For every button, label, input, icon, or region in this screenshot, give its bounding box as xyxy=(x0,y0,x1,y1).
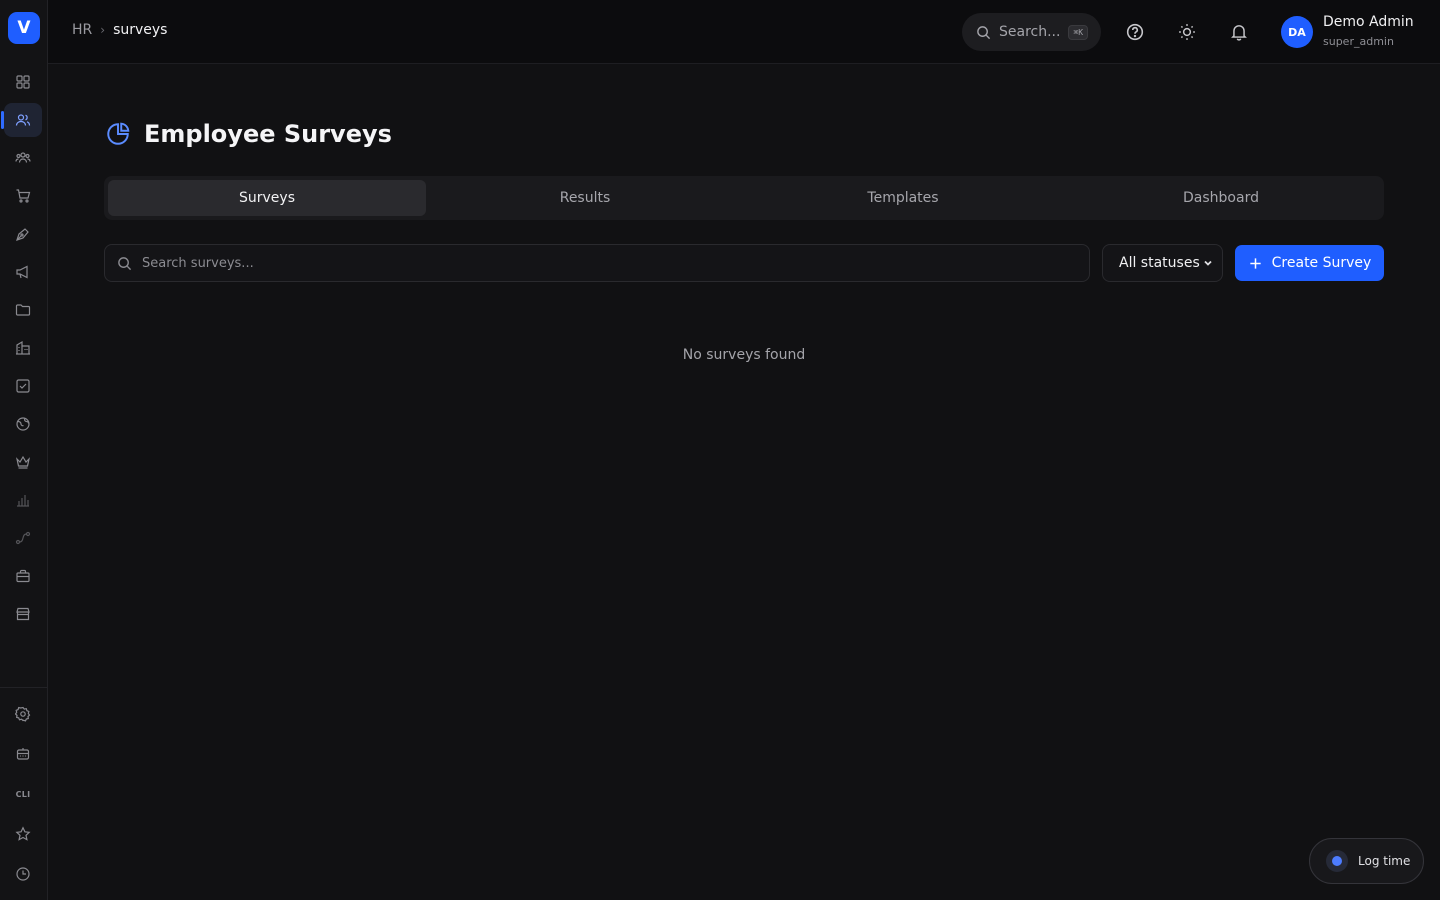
tab-results[interactable]: Results xyxy=(426,180,744,216)
sidebar-item-jobs[interactable] xyxy=(4,559,42,593)
plus-icon xyxy=(1250,257,1261,269)
empty-state-message: No surveys found xyxy=(682,347,806,363)
breadcrumb: HR › surveys xyxy=(72,22,167,38)
megaphone-icon xyxy=(16,265,28,279)
checklist-icon xyxy=(16,379,30,393)
top-bar: HR › surveys Search... ⌘K DA Demo Admin … xyxy=(48,0,1440,64)
sidebar-item-hr[interactable] xyxy=(1,103,42,137)
avatar[interactable]: DA xyxy=(1281,16,1313,48)
cli-icon: CLI xyxy=(15,789,31,799)
sidebar-divider xyxy=(0,687,47,688)
robot-icon xyxy=(16,748,30,760)
tab-templates[interactable]: Templates xyxy=(744,180,1062,216)
users-icon xyxy=(15,114,31,126)
clock-icon xyxy=(16,867,30,881)
crown-icon xyxy=(15,455,31,469)
store-icon xyxy=(16,607,30,621)
chevron-down-icon xyxy=(1204,260,1212,266)
sidebar-item-team[interactable] xyxy=(4,141,42,175)
sidebar-item-dashboard[interactable] xyxy=(4,65,42,99)
settings-icon xyxy=(15,706,31,722)
survey-search-input[interactable] xyxy=(142,255,1042,271)
user-name[interactable]: Demo Admin xyxy=(1323,14,1414,30)
sidebar-item-shop[interactable] xyxy=(4,179,42,213)
dashboard-grid-icon xyxy=(16,75,30,89)
sidebar-item-bot[interactable] xyxy=(4,737,42,771)
chevron-right-icon: › xyxy=(100,23,106,37)
sidebar-item-favorites[interactable] xyxy=(4,817,42,851)
page-title: Employee Surveys xyxy=(144,120,392,148)
theme-toggle-button[interactable] xyxy=(1173,18,1201,46)
status-filter-value: All statuses xyxy=(1119,255,1200,271)
sidebar-item-files[interactable] xyxy=(4,293,42,327)
page-header: Employee Surveys xyxy=(105,120,392,148)
pen-icon xyxy=(16,228,29,241)
team-icon xyxy=(15,152,31,163)
search-icon xyxy=(977,25,991,39)
tab-dashboard[interactable]: Dashboard xyxy=(1062,180,1380,216)
global-search-label: Search... xyxy=(999,24,1061,40)
user-role: super_admin xyxy=(1323,35,1394,48)
survey-search-field[interactable] xyxy=(104,244,1090,282)
app-logo[interactable]: V xyxy=(8,12,40,44)
sidebar-item-routes[interactable] xyxy=(4,521,42,555)
log-time-label: Log time xyxy=(1358,854,1411,868)
globe-icon xyxy=(16,417,30,431)
bar-chart-icon xyxy=(17,495,29,507)
sidebar-item-store[interactable] xyxy=(4,597,42,631)
search-icon xyxy=(118,256,132,270)
sidebar-item-history[interactable] xyxy=(4,857,42,891)
log-time-button[interactable]: Log time xyxy=(1309,838,1424,884)
sidebar-item-marketing[interactable] xyxy=(4,255,42,289)
sidebar-item-settings[interactable] xyxy=(4,697,42,731)
bell-icon xyxy=(1231,25,1247,41)
sidebar-item-global[interactable] xyxy=(4,407,42,441)
help-icon xyxy=(1126,23,1144,41)
status-filter-select[interactable]: All statuses xyxy=(1102,244,1223,282)
sidebar-item-cli[interactable]: CLI xyxy=(4,777,42,811)
breadcrumb-current: surveys xyxy=(113,22,168,38)
tab-bar: Surveys Results Templates Dashboard xyxy=(104,176,1384,220)
tab-surveys[interactable]: Surveys xyxy=(108,180,426,216)
shortcut-badge: ⌘K xyxy=(1068,24,1089,40)
star-icon xyxy=(15,826,31,841)
help-button[interactable] xyxy=(1121,18,1149,46)
sidebar-item-tasks[interactable] xyxy=(4,369,42,403)
create-survey-button[interactable]: Create Survey xyxy=(1235,245,1384,281)
sidebar: V CLI xyxy=(0,0,48,900)
route-icon xyxy=(15,531,31,545)
sun-icon xyxy=(1179,24,1195,40)
sidebar-item-design[interactable] xyxy=(4,217,42,251)
sidebar-item-analytics[interactable] xyxy=(4,483,42,517)
sidebar-item-premium[interactable] xyxy=(4,445,42,479)
sidebar-item-company[interactable] xyxy=(4,331,42,365)
cart-icon xyxy=(16,189,31,203)
pie-chart-icon xyxy=(107,122,130,145)
briefcase-icon xyxy=(16,569,30,583)
timer-icon xyxy=(1326,850,1348,872)
create-survey-label: Create Survey xyxy=(1271,255,1372,271)
breadcrumb-root[interactable]: HR xyxy=(72,22,92,38)
notifications-button[interactable] xyxy=(1225,18,1253,46)
folder-icon xyxy=(15,304,31,316)
global-search-button[interactable]: Search... ⌘K xyxy=(962,13,1101,51)
building-icon xyxy=(16,340,30,355)
